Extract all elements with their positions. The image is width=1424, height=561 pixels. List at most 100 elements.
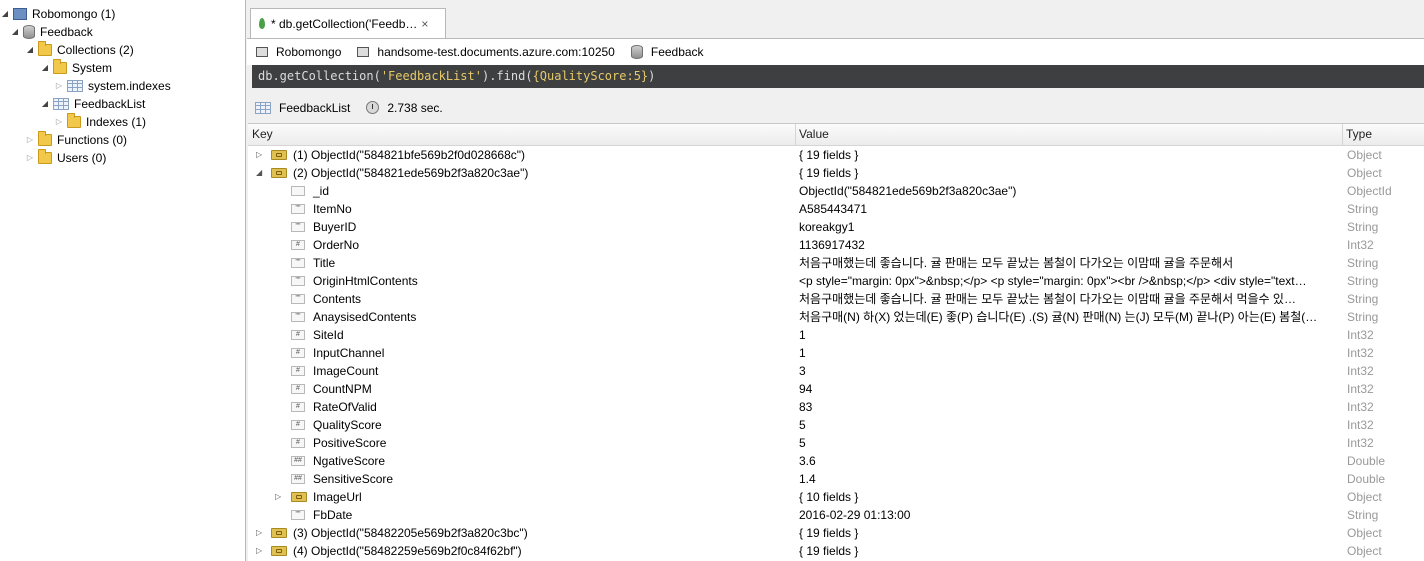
query-part: ): [648, 69, 656, 83]
close-icon[interactable]: ×: [421, 17, 428, 31]
key-text: OriginHtmlContents: [313, 274, 418, 288]
type-cell: Object: [1347, 490, 1382, 504]
table-row[interactable]: "" FbDate 2016-02-29 01:13:00 String: [248, 506, 1424, 524]
table-row[interactable]: "" BuyerID koreakgy1 String: [248, 218, 1424, 236]
tree-item-feedback-db[interactable]: ◢ Feedback: [10, 23, 93, 41]
tree-item-robomongo[interactable]: ◢ Robomongo (1): [0, 5, 115, 23]
key-cell: ▷ (3) ObjectId("58482205e569b2f3a820c3bc"…: [248, 524, 795, 542]
collapse-arrow-icon[interactable]: ◢: [0, 5, 10, 23]
key-text: ImageUrl: [313, 490, 362, 504]
tree-item-users[interactable]: ▷ Users (0): [25, 149, 106, 167]
table-row[interactable]: # SiteId 1 Int32: [248, 326, 1424, 344]
table-row[interactable]: ◢ (2) ObjectId("584821ede569b2f3a820c3ae"…: [248, 164, 1424, 182]
table-row[interactable]: _id ObjectId("584821ede569b2f3a820c3ae") O…: [248, 182, 1424, 200]
tree-item-collections[interactable]: ◢ Collections (2): [25, 41, 134, 59]
table-row[interactable]: # ImageCount 3 Int32: [248, 362, 1424, 380]
table-row[interactable]: ▷ (4) ObjectId("58482259e569b2f0c84f62bf"…: [248, 542, 1424, 560]
tree-item-label: Feedback: [40, 25, 93, 39]
collapse-arrow-icon[interactable]: ◢: [25, 41, 35, 59]
tree-item-functions[interactable]: ▷ Functions (0): [25, 131, 127, 149]
column-header-type[interactable]: Type: [1342, 124, 1424, 145]
column-header-key[interactable]: Key: [248, 124, 795, 145]
computer-icon: [256, 47, 268, 57]
tree-item-feedbacklist[interactable]: ◢ FeedbackList: [40, 95, 145, 113]
tree-item-system-indexes[interactable]: ▷ system.indexes: [54, 77, 171, 95]
expand-arrow-icon[interactable]: ▷: [25, 131, 35, 149]
collection-icon: [255, 101, 271, 114]
value-cell: 1.4: [799, 472, 816, 486]
tree-item-system[interactable]: ◢ System: [40, 59, 112, 77]
type-cell: Object: [1347, 544, 1382, 558]
key-cell: "" FbDate: [248, 506, 795, 524]
collapse-arrow-icon[interactable]: ◢: [40, 95, 50, 113]
type-cell: Int32: [1347, 346, 1374, 360]
type-cell: Int32: [1347, 436, 1374, 450]
collapse-arrow-icon[interactable]: ◢: [256, 164, 262, 182]
table-row[interactable]: "" Title 처음구매했는데 좋습니다. 귤 판매는 모두 끝났는 봄철이 다가…: [248, 254, 1424, 272]
type-cell: Int32: [1347, 382, 1374, 396]
type-cell: ObjectId: [1347, 184, 1392, 198]
expand-arrow-icon[interactable]: ▷: [54, 77, 64, 95]
query-tab[interactable]: * db.getCollection('Feedb… ×: [250, 8, 446, 38]
tree-item-indexes[interactable]: ▷ Indexes (1): [54, 113, 146, 131]
query-part: ).find(: [481, 69, 533, 83]
table-row[interactable]: ▷ (3) ObjectId("58482205e569b2f3a820c3bc"…: [248, 524, 1424, 542]
key-text: (4) ObjectId("58482259e569b2f0c84f62bf"): [293, 544, 522, 558]
key-cell: ▷ (1) ObjectId("584821bfe569b2f0d028668c"…: [248, 146, 795, 164]
type-cell: Int32: [1347, 328, 1374, 342]
value-cell: 1: [799, 346, 806, 360]
key-cell: "" AnaysisedContents: [248, 308, 795, 326]
tree-item-label: system.indexes: [88, 79, 171, 93]
table-row[interactable]: ## NgativeScore 3.6 Double: [248, 452, 1424, 470]
value-cell: 1136917432: [799, 238, 865, 252]
table-row[interactable]: "" Contents 처음구매했는데 좋습니다. 귤 판매는 모두 끝났는 봄철이…: [248, 290, 1424, 308]
int-icon: #: [291, 420, 305, 430]
collapse-arrow-icon[interactable]: ◢: [10, 23, 20, 41]
key-text: ItemNo: [313, 202, 352, 216]
string-icon: "": [291, 276, 305, 286]
int-icon: #: [291, 366, 305, 376]
type-cell: String: [1347, 220, 1379, 234]
query-editor[interactable]: db.getCollection('FeedbackList').find({Q…: [252, 65, 1424, 88]
key-text: (2) ObjectId("584821ede569b2f3a820c3ae"): [293, 166, 529, 180]
table-row[interactable]: # QualityScore 5 Int32: [248, 416, 1424, 434]
table-row[interactable]: # RateOfValid 83 Int32: [248, 398, 1424, 416]
table-row[interactable]: ▷ (1) ObjectId("584821bfe569b2f0d028668c"…: [248, 146, 1424, 164]
expand-arrow-icon[interactable]: ▷: [25, 149, 35, 167]
value-cell: { 19 fields }: [799, 166, 859, 180]
value-cell: 94: [799, 382, 813, 396]
folder-icon: [67, 113, 81, 128]
clock-icon: [366, 101, 380, 114]
table-row[interactable]: "" OriginHtmlContents <p style="margin: 0p…: [248, 272, 1424, 290]
collapse-arrow-icon[interactable]: ◢: [40, 59, 50, 77]
value-cell: A585443471: [799, 202, 868, 216]
table-header: Key Value Type: [248, 124, 1424, 146]
string-icon: "": [291, 294, 305, 304]
results-tree-table[interactable]: Key Value Type ▷ (1) ObjectId("584821bfe5…: [248, 123, 1424, 561]
expand-arrow-icon[interactable]: ▷: [275, 488, 281, 506]
tree-item-label: Robomongo (1): [32, 7, 116, 21]
expand-arrow-icon[interactable]: ▷: [256, 524, 262, 542]
expand-arrow-icon[interactable]: ▷: [256, 146, 262, 164]
expand-arrow-icon[interactable]: ▷: [256, 542, 262, 560]
table-row[interactable]: ▷ ImageUrl { 10 fields } Object: [248, 488, 1424, 506]
key-text: RateOfValid: [313, 400, 377, 414]
tree-item-label: FeedbackList: [74, 97, 146, 111]
string-icon: "": [291, 222, 305, 232]
expand-arrow-icon[interactable]: ▷: [54, 113, 64, 131]
key-text: SiteId: [313, 328, 344, 342]
table-row[interactable]: # PositiveScore 5 Int32: [248, 434, 1424, 452]
key-text: QualityScore: [313, 418, 382, 432]
table-row[interactable]: # CountNPM 94 Int32: [248, 380, 1424, 398]
host-label: handsome-test.documents.azure.com:10250: [377, 45, 615, 59]
table-row[interactable]: # OrderNo 1136917432 Int32: [248, 236, 1424, 254]
value-cell: koreakgy1: [799, 220, 855, 234]
table-row[interactable]: "" AnaysisedContents 처음구매(N) 하(X) 었는데(E) 좋…: [248, 308, 1424, 326]
int-icon: #: [291, 330, 305, 340]
table-row[interactable]: # InputChannel 1 Int32: [248, 344, 1424, 362]
table-row[interactable]: "" ItemNo A585443471 String: [248, 200, 1424, 218]
table-row[interactable]: ## SensitiveScore 1.4 Double: [248, 470, 1424, 488]
double-icon: ##: [291, 474, 305, 484]
column-header-value[interactable]: Value: [795, 124, 1342, 145]
string-icon: "": [291, 258, 305, 268]
